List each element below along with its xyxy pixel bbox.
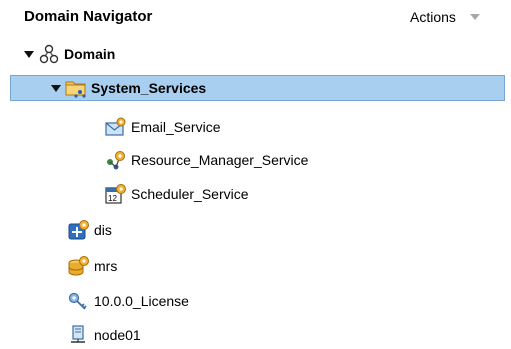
tree-node-label: 10.0.0_License [94,293,189,309]
actions-menu[interactable]: Actions [410,9,480,25]
tree-node-domain[interactable]: Domain [24,41,115,67]
data-integration-service-icon [68,219,90,241]
tree-node-email-service[interactable]: Email_Service [105,114,220,140]
domain-network-icon [38,43,60,65]
tree-node-license[interactable]: 10.0.0_License [68,288,189,314]
tree-node-scheduler-service[interactable]: 12 Scheduler_Service [105,181,249,207]
tree-node-label: System_Services [91,80,207,96]
scheduler-service-icon: 12 [105,183,127,205]
tree-node-node01[interactable]: node01 [68,322,141,348]
panel-header: Domain Navigator Actions [0,0,511,34]
tree-node-system-services[interactable]: System_Services [10,75,505,101]
tree-node-label: mrs [94,258,118,274]
svg-text:12: 12 [108,194,117,203]
tree-node-label: node01 [94,327,141,343]
tree-node-resource-manager-service[interactable]: Resource_Manager_Service [105,147,308,173]
email-service-icon [105,116,127,138]
actions-label: Actions [410,9,456,25]
tree-node-dis[interactable]: dis [68,217,112,243]
repository-service-icon [68,255,90,277]
services-folder-icon [65,77,87,99]
chevron-down-icon [469,14,480,20]
tree-node-label: dis [94,222,112,238]
tree-node-mrs[interactable]: mrs [68,253,117,279]
license-key-icon [68,290,90,312]
tree-node-label: Email_Service [131,119,221,135]
expand-arrow-icon[interactable] [24,50,34,58]
tree-node-label: Scheduler_Service [131,186,249,202]
resource-manager-service-icon [105,149,127,171]
expand-arrow-icon[interactable] [51,84,61,92]
panel-title: Domain Navigator [24,8,153,25]
tree-node-label: Domain [64,46,116,62]
node-computer-icon [68,324,90,346]
tree-node-label: Resource_Manager_Service [131,152,309,168]
